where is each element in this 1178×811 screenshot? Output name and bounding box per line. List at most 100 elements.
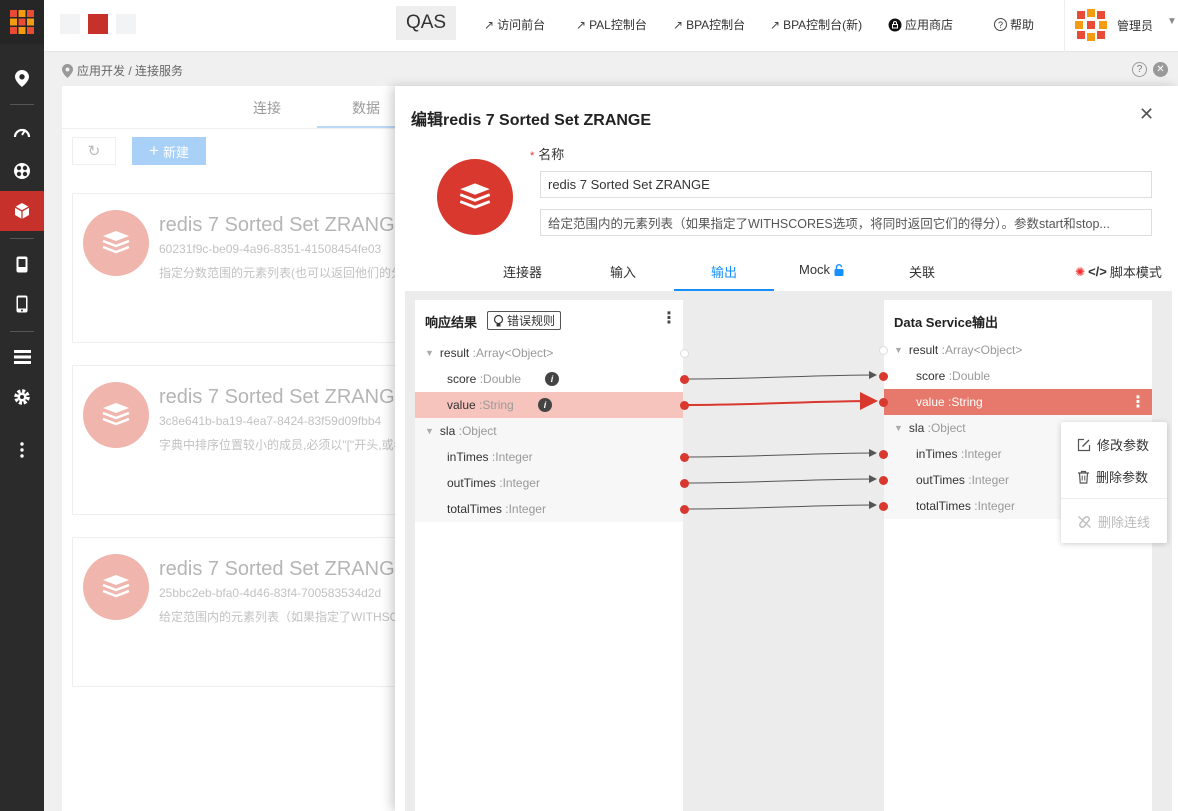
endpoint-dot[interactable]	[679, 478, 689, 488]
tab-input[interactable]: 输入	[610, 262, 636, 281]
bug-icon: ✺	[1075, 264, 1086, 279]
endpoint-dot[interactable]	[679, 374, 689, 384]
data-service-output-header: Data Service输出	[894, 315, 999, 330]
apps-circle-icon	[14, 163, 30, 179]
external-arrow-icon: ↗	[770, 18, 781, 32]
link-bpa-console-new[interactable]: ↗ BPA控制台(新)	[770, 16, 862, 33]
endpoint-dot[interactable]	[878, 475, 888, 485]
endpoint-dot[interactable]	[679, 504, 689, 514]
response-result-panel: 响应结果 错误规则 ⋮ ▼ result : Array<Object> scor…	[415, 300, 683, 811]
sidebar-item-dashboard[interactable]	[0, 111, 44, 151]
card-id: 25bbc2eb-bfa0-4d46-83f4-700583534d2d	[159, 586, 382, 600]
card-id: 60231f9c-be09-4a96-8351-41508454fe03	[159, 242, 382, 256]
param-context-menu: 修改参数 删除参数 删除连线	[1061, 422, 1167, 543]
endpoint-dot[interactable]	[679, 452, 689, 462]
new-button[interactable]: + 新建	[132, 137, 206, 165]
sidebar-item-location[interactable]	[0, 58, 44, 98]
response-result-header: 响应结果	[425, 315, 478, 330]
gear-icon	[14, 389, 30, 405]
endpoint-dot[interactable]	[679, 348, 689, 358]
data-service-output-panel: Data Service输出 ▼ result : Array<Object> s…	[884, 300, 1152, 811]
tenant-logo	[88, 14, 108, 34]
app-logo[interactable]	[0, 0, 44, 44]
card-id: 3c8e641b-ba19-4ea7-8424-83f59d09fbb4	[159, 414, 382, 428]
close-button[interactable]: ✕	[1139, 104, 1154, 125]
user-menu[interactable]: 管理员 ▼	[1064, 0, 1178, 52]
menu-item-edit-param[interactable]: 修改参数	[1077, 435, 1149, 454]
close-icon[interactable]: ✕	[1153, 62, 1168, 77]
param-row-selected[interactable]: value : String	[884, 389, 1152, 415]
endpoint-dot[interactable]	[679, 400, 689, 410]
sidebar-item-connectors[interactable]	[0, 191, 44, 231]
param-row[interactable]: ▼ sla : Object	[415, 418, 683, 444]
sidebar	[0, 0, 44, 811]
trash-icon	[1078, 470, 1089, 484]
connector-card[interactable]: redis 7 Sorted Set ZRANGE 25bbc2eb-bfa0-…	[72, 537, 408, 687]
endpoint-dot[interactable]	[878, 371, 888, 381]
param-row[interactable]: inTimes : Integer	[415, 444, 683, 470]
tab-relation[interactable]: 关联	[909, 262, 935, 281]
param-row[interactable]: outTimes : Integer	[415, 470, 683, 496]
error-rule-button[interactable]: 错误规则	[487, 311, 562, 330]
external-arrow-icon: ↗	[673, 18, 684, 32]
sidebar-item-device[interactable]	[0, 284, 44, 324]
environment-badge[interactable]: QAS	[396, 6, 456, 40]
menu-item-delete-param[interactable]: 删除参数	[1077, 467, 1148, 486]
more-vertical-icon[interactable]: ⋮	[661, 308, 677, 328]
card-description: 字典中排序位置较小的成员,必须以"["开头,或者以"("开头	[159, 438, 399, 452]
link-frontend[interactable]: ↗ 访问前台	[484, 16, 545, 33]
more-vertical-icon	[20, 442, 24, 458]
lightbulb-icon	[493, 314, 504, 326]
endpoint-dot[interactable]	[878, 501, 888, 511]
tenant-logo-placeholder	[116, 14, 136, 34]
sidebar-item-mobile-app[interactable]	[0, 244, 44, 284]
drawer-title: 编辑redis 7 Sorted Set ZRANGE	[411, 112, 652, 129]
endpoint-dot[interactable]	[878, 397, 888, 407]
list-icon	[13, 350, 31, 364]
link-bpa-console[interactable]: ↗ BPA控制台	[673, 16, 745, 33]
caret-down-icon: ▼	[894, 345, 903, 355]
help-icon: ?	[994, 18, 1007, 31]
more-vertical-icon[interactable]: ⋮	[1130, 392, 1146, 412]
close-icon: ✕	[1139, 104, 1155, 124]
connector-card[interactable]: redis 7 Sorted Set ZRANGEBYLEX 3c8e641b-…	[72, 365, 472, 515]
menu-divider	[1061, 498, 1167, 499]
param-row[interactable]: ▼ result : Array<Object>	[415, 340, 683, 366]
param-row[interactable]: totalTimes : Integer	[415, 496, 683, 522]
sidebar-item-more[interactable]	[0, 430, 44, 470]
link-pal-console[interactable]: ↗ PAL控制台	[576, 16, 647, 33]
tab-mock[interactable]: Mock	[799, 262, 844, 277]
avatar	[1074, 8, 1108, 42]
edit-connector-drawer: 编辑redis 7 Sorted Set ZRANGE ✕ * 名称 redis …	[395, 86, 1178, 811]
refresh-button[interactable]: ↻	[72, 137, 116, 165]
plus-icon: +	[149, 141, 159, 160]
info-icon[interactable]: i	[545, 372, 559, 386]
card-description: 给定范围内的元素列表（如果指定了WITHSCORES选项	[159, 610, 399, 624]
menu-item-delete-connection: 删除连线	[1077, 512, 1150, 531]
description-field[interactable]: 给定范围内的元素列表（如果指定了WITHSCORES选项，将同时返回它们的得分）…	[540, 209, 1152, 236]
sidebar-item-list[interactable]	[0, 337, 44, 377]
tab-output[interactable]: 输出	[711, 262, 737, 281]
tab-connector[interactable]: 连接器	[503, 262, 542, 281]
endpoint-dot[interactable]	[878, 449, 888, 459]
connector-card[interactable]: redis 7 Sorted Set ZRANGEBYSCORE 60231f9…	[72, 193, 506, 343]
map-pin-icon	[62, 63, 73, 78]
tab-connections[interactable]: 连接	[253, 98, 281, 118]
param-row[interactable]: score : Double	[884, 363, 1152, 389]
breadcrumb-text: 应用开发 / 连接服务	[77, 64, 184, 78]
link-app-store[interactable]: 应用商店	[888, 16, 953, 33]
param-row[interactable]: ▼ result : Array<Object>	[884, 337, 1152, 363]
unlink-icon	[1078, 515, 1091, 528]
info-icon[interactable]: i	[538, 398, 552, 412]
link-help[interactable]: ? 帮助	[994, 16, 1034, 33]
breadcrumb: 应用开发 / 连接服务	[62, 62, 183, 79]
chevron-down-icon: ▼	[1167, 16, 1177, 27]
sidebar-item-settings[interactable]	[0, 377, 44, 417]
tab-data[interactable]: 数据	[352, 98, 380, 118]
script-mode-button[interactable]: ✺ </> 脚本模式	[1075, 262, 1162, 281]
endpoint-dot[interactable]	[878, 345, 888, 355]
name-field[interactable]: redis 7 Sorted Set ZRANGE	[540, 171, 1152, 198]
map-pin-icon	[15, 69, 29, 87]
sidebar-item-apps[interactable]	[0, 151, 44, 191]
help-icon[interactable]: ?	[1132, 62, 1147, 77]
